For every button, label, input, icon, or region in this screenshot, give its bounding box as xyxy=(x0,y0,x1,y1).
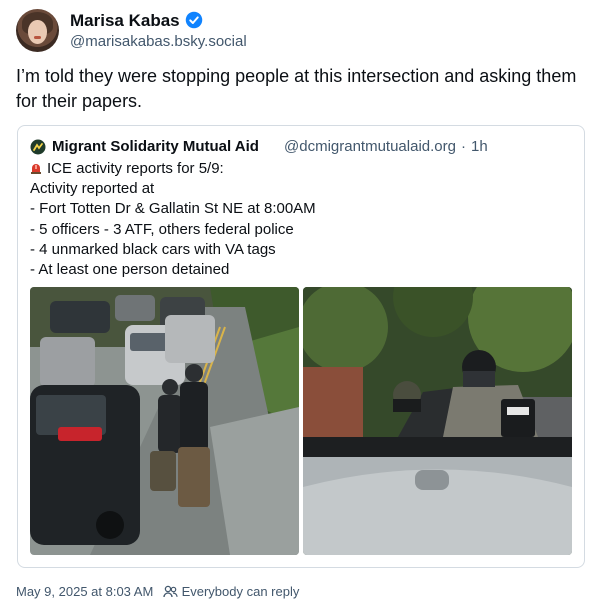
quote-time[interactable]: 1h xyxy=(471,138,488,155)
quote-line: ICE activity reports for 5/9: xyxy=(30,159,570,179)
quote-separator: · xyxy=(461,138,466,155)
reply-setting[interactable]: Everybody can reply xyxy=(182,584,300,599)
post-timestamp[interactable]: May 9, 2025 at 8:03 AM xyxy=(16,584,153,599)
quote-line: - 4 unmarked black cars with VA tags xyxy=(30,240,276,258)
author-handle[interactable]: @marisakabas.bsky.social xyxy=(70,33,247,50)
quote-line: - At least one person detained xyxy=(30,261,230,279)
post-text: I’m told they were stopping people at th… xyxy=(16,66,577,111)
author-display-name[interactable]: Marisa Kabas xyxy=(70,11,180,31)
quote-author-handle[interactable]: @dcmigrantmutualaid.org xyxy=(284,138,456,155)
quote-line-text: ICE activity reports for 5/9: xyxy=(47,160,224,177)
police-siren-icon xyxy=(31,164,41,174)
author-avatar[interactable] xyxy=(16,9,59,52)
attached-photo-officers[interactable] xyxy=(303,287,572,555)
quote-author-name[interactable]: Migrant Solidarity Mutual Aid xyxy=(52,138,259,155)
attached-photo-street[interactable] xyxy=(30,287,299,555)
quote-text: ICE activity reports for 5/9: Activity r… xyxy=(30,159,570,280)
post: Marisa Kabas @marisakabas.bsky.social I’… xyxy=(0,0,600,616)
people-icon xyxy=(163,585,178,598)
post-meta: May 9, 2025 at 8:03 AM Everybody can rep… xyxy=(16,584,299,599)
quote-line: Activity reported at xyxy=(30,180,155,198)
verified-badge-icon xyxy=(185,11,203,29)
quote-author-avatar[interactable] xyxy=(30,139,46,155)
quoted-post[interactable]: Migrant Solidarity Mutual Aid @dcmigrant… xyxy=(17,125,585,568)
quote-line: - 5 officers - 3 ATF, others federal pol… xyxy=(30,220,294,238)
quote-line: - Fort Totten Dr & Gallatin St NE at 8:0… xyxy=(30,200,316,218)
